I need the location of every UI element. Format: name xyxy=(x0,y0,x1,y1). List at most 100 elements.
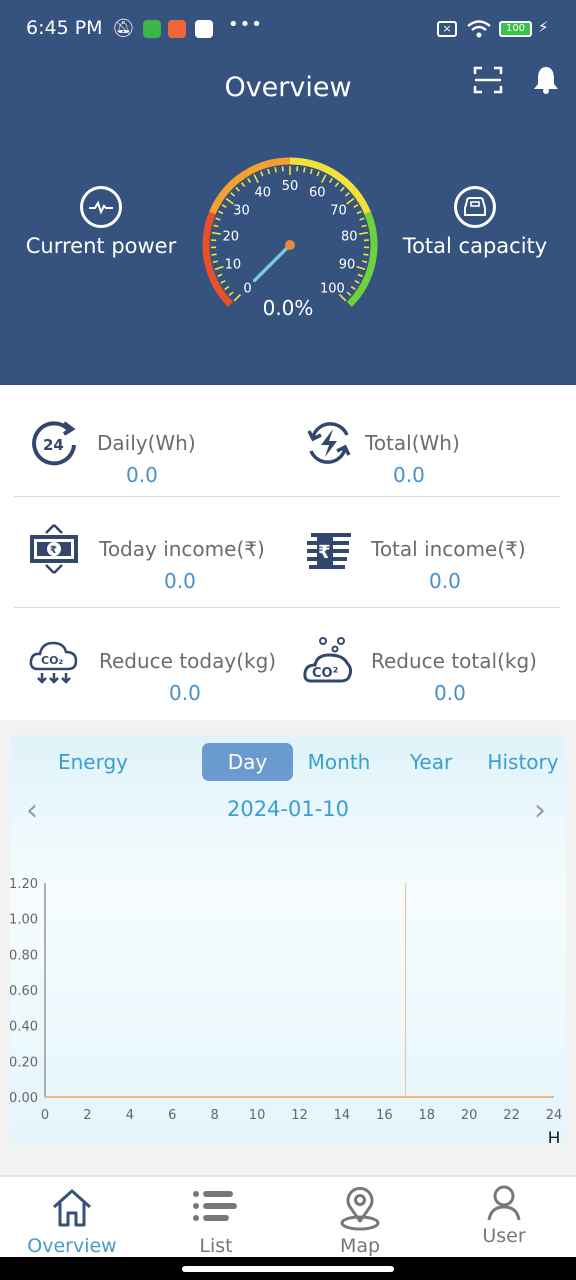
gauge-tick xyxy=(350,285,356,291)
gauge-tick xyxy=(274,167,277,173)
gauge-needle xyxy=(252,243,292,283)
x-tick-label: 18 xyxy=(418,1108,435,1123)
co2-cloud-icon: CO² xyxy=(303,637,353,683)
tab-month[interactable]: Month xyxy=(300,743,378,781)
stat-value: 0.0 xyxy=(434,681,466,705)
gauge-tick xyxy=(356,265,366,271)
current-power-label: Current power xyxy=(25,234,177,258)
tab-user[interactable]: User xyxy=(432,1177,576,1259)
list-icon xyxy=(193,1191,237,1221)
gauge-tick-label: 30 xyxy=(233,204,250,219)
next-date-button[interactable]: › xyxy=(534,793,546,828)
gauge-tick xyxy=(260,171,264,177)
y-tick-label: 0.40 xyxy=(10,1020,38,1035)
total-capacity[interactable]: Total capacity xyxy=(375,186,575,258)
scan-icon xyxy=(473,66,503,94)
24h-icon: 24 xyxy=(32,421,76,466)
bell-icon xyxy=(534,67,558,94)
gauge-tick xyxy=(303,167,306,173)
gauge-tick xyxy=(359,231,369,235)
x-tick-label: 14 xyxy=(334,1108,351,1123)
stat-label: Total(Wh) xyxy=(365,431,460,455)
x-tick-label: 24 xyxy=(546,1108,563,1123)
x-tick-label: 2 xyxy=(83,1108,91,1123)
scan-button[interactable] xyxy=(472,64,504,96)
energy-cycle-icon xyxy=(307,422,351,464)
svg-text:CO₂: CO₂ xyxy=(41,654,63,667)
y-tick-label: 0.20 xyxy=(10,1055,38,1070)
gauge-tick xyxy=(235,186,240,192)
gauge-tick xyxy=(217,273,223,278)
status-bar: 6:45 PM 🔕︎ ••• × 100 ⚡︎ xyxy=(0,0,576,58)
notification-button[interactable] xyxy=(530,64,562,96)
app-orange-icon xyxy=(168,20,186,38)
y-tick-label: 0.60 xyxy=(10,984,38,999)
y-tick-label: 1.20 xyxy=(10,877,38,892)
tab-label: List xyxy=(199,1235,233,1257)
gauge-tick xyxy=(246,177,252,183)
gauge-tick-label: 70 xyxy=(330,204,347,219)
tab-energy[interactable]: Energy xyxy=(45,743,141,781)
gauge-tick xyxy=(344,192,350,197)
chart-card: Energy Day Month Year History ‹ 2024-01-… xyxy=(10,735,566,1143)
gauge-tick-label: 10 xyxy=(225,258,242,273)
tab-year[interactable]: Year xyxy=(400,743,462,781)
stat-label: Total income(₹) xyxy=(371,537,526,561)
gauge-tick xyxy=(353,204,359,209)
stat-reduce-today: CO₂ Reduce today(kg) 0.0 xyxy=(0,613,288,713)
gauge-tick-label: 80 xyxy=(341,230,358,245)
tab-history[interactable]: History xyxy=(482,743,564,781)
x-tick-label: 4 xyxy=(126,1108,134,1123)
gauge-value: 0.0% xyxy=(262,296,314,320)
stat-label: Reduce today(kg) xyxy=(99,649,277,673)
x-tick-label: 22 xyxy=(503,1108,520,1123)
sim-off-icon: × xyxy=(437,21,457,37)
gauge-tick-label: 90 xyxy=(339,258,356,273)
gauge-tick-label: 20 xyxy=(222,230,239,245)
gauge-tick xyxy=(346,291,352,296)
tab-map[interactable]: Map xyxy=(288,1177,432,1259)
x-tick-label: 16 xyxy=(376,1108,393,1123)
gauge-tick xyxy=(211,253,217,256)
home-icon xyxy=(53,1189,91,1227)
gauge-tick xyxy=(354,279,360,284)
x-tick-label: 0 xyxy=(41,1108,49,1123)
gauge-tick xyxy=(224,285,230,291)
x-axis-label: H xyxy=(548,1129,561,1143)
stat-total-income: ₹ Total income(₹) 0.0 xyxy=(275,501,563,601)
stat-daily: 24 Daily(Wh) 0.0 xyxy=(0,395,288,495)
home-indicator[interactable] xyxy=(182,1266,394,1272)
co2-reduce-icon: CO₂ xyxy=(29,641,78,684)
user-icon xyxy=(487,1185,521,1221)
tab-list[interactable]: List xyxy=(144,1177,288,1259)
tab-label: User xyxy=(482,1225,526,1247)
tab-label: Overview xyxy=(27,1235,117,1257)
battery-icon: 100 xyxy=(499,21,532,37)
gauge-tick xyxy=(211,231,221,235)
app-green-icon xyxy=(143,20,161,38)
svg-text:₹: ₹ xyxy=(50,545,57,556)
stat-value: 0.0 xyxy=(126,463,158,487)
date-navigator: ‹ 2024-01-10 › xyxy=(10,793,566,829)
stat-reduce-total: CO² Reduce total(kg) 0.0 xyxy=(275,613,563,713)
tab-label: Map xyxy=(339,1235,381,1257)
x-tick-label: 8 xyxy=(211,1108,219,1123)
gauge-tick-label: 60 xyxy=(309,186,326,201)
gauge-tick xyxy=(321,174,327,183)
wifi-icon xyxy=(467,20,491,38)
divider xyxy=(14,496,560,497)
stat-value: 0.0 xyxy=(164,569,196,593)
bottom-tab-bar: Overview List Map User xyxy=(0,1175,576,1257)
map-pin-icon xyxy=(340,1186,380,1231)
selected-date[interactable]: 2024-01-10 xyxy=(10,797,566,821)
gauge-tick xyxy=(362,260,368,264)
pulse-icon xyxy=(80,186,122,228)
stat-today-income: ₹ Today income(₹) 0.0 xyxy=(0,501,288,601)
gauge-tick xyxy=(230,192,236,197)
tab-day[interactable]: Day xyxy=(202,743,293,781)
tab-overview[interactable]: Overview xyxy=(0,1177,144,1259)
current-power[interactable]: Current power xyxy=(1,186,201,258)
gauge-tick-label: 0 xyxy=(243,281,251,296)
divider xyxy=(14,607,560,608)
capacity-box-icon xyxy=(454,186,496,228)
